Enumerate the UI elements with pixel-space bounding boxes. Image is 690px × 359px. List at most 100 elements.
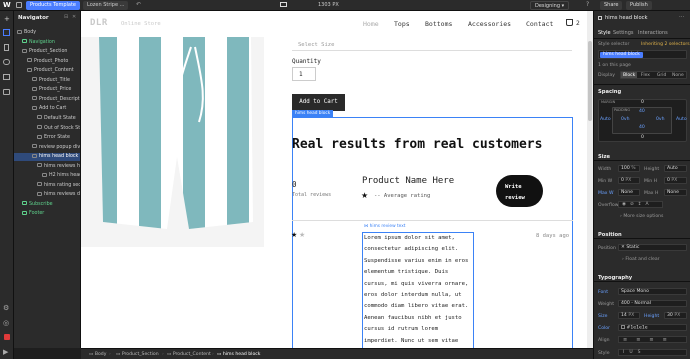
navigator-item[interactable]: Default State [14,115,80,123]
audit-icon[interactable]: ◎ [3,319,9,327]
site-logo[interactable]: DLR [90,18,108,28]
inheriting-label[interactable]: Inheriting 2 selectors [641,42,690,47]
strikethrough-icon[interactable]: S [638,350,646,355]
publish-button[interactable]: Publish [626,1,652,10]
float-clear[interactable]: › Float and clear [622,257,660,262]
align-center-icon[interactable]: ≡ [636,337,649,343]
navigator-item[interactable]: Body [14,29,80,37]
cms-icon[interactable] [3,59,10,65]
navigator-item[interactable]: Product_Price [14,86,80,94]
desktop-icon[interactable] [280,2,287,7]
display-none[interactable]: None [670,72,686,78]
minh-input[interactable]: 0 PX [664,177,687,184]
pages-icon[interactable] [4,44,9,51]
canvas-scrollbar-thumb[interactable] [588,41,592,121]
nav-tops[interactable]: Tops [394,20,410,28]
webflow-logo[interactable]: W [3,1,11,9]
cart-icon[interactable] [566,19,573,26]
help-icon[interactable]: ? [586,1,589,8]
nav-accessories[interactable]: Accessories [468,20,511,28]
minw-input[interactable]: 0 PX [618,177,640,184]
ecommerce-icon[interactable] [3,89,10,95]
page-icon[interactable] [16,2,22,8]
display-grid[interactable]: Grid [654,72,670,78]
tab-interactions[interactable]: Interactions [638,30,668,36]
add-icon[interactable]: + [4,15,10,23]
maxw-input[interactable]: None [618,189,640,196]
line-height-input[interactable]: 30 PX [664,312,687,319]
font-select[interactable]: Space Mono [618,288,687,295]
padding-bottom-value[interactable]: 40 [639,125,645,130]
navigator-item[interactable]: hims head block [14,153,80,162]
undo-icon[interactable]: ↶ [136,1,141,8]
margin-top-value[interactable]: 0 [641,100,644,105]
position-select[interactable]: ✕ Static [618,244,687,251]
page-selector[interactable]: Products Template [26,1,80,10]
settings-icon[interactable]: ⚙ [3,304,9,312]
navigator-item[interactable]: Product_Title [14,77,80,85]
color-swatch[interactable] [621,325,625,329]
add-to-cart-button[interactable]: Add to Cart [292,94,345,111]
navigator-item[interactable]: Product_Section [14,48,80,56]
navigator-icon[interactable] [3,29,10,36]
design-canvas[interactable]: DLR Online Store Home Tops Bottoms Acces… [81,11,593,348]
align-right-icon[interactable]: ≡ [649,337,662,343]
breadcrumb-product-content[interactable]: ▭ Product_Content [167,351,211,358]
review-body[interactable]: Lorem ipsum dolor sit amet, consectetur … [362,232,474,348]
element-selector[interactable]: Lozen Stripe ... [83,1,129,10]
breadcrumb-hims-head-block[interactable]: ▭ hims head block [217,351,260,358]
navigator-item[interactable]: Product_Photo [14,58,80,66]
align-left-icon[interactable]: ≡ [623,337,636,343]
width-input[interactable]: 100 % [618,165,640,172]
share-button[interactable]: Share [600,1,623,10]
navigator-item[interactable]: Subscribe [14,201,80,209]
tab-settings[interactable]: Settings [613,30,634,36]
navigator-item[interactable]: Navigation [14,39,80,47]
padding-top-value[interactable]: 40 [639,109,645,114]
color-input[interactable]: #1e1e1e [618,324,687,331]
overflow-options[interactable]: ◉⊘↕A [618,201,663,208]
nav-contact[interactable]: Contact [526,20,553,28]
breadcrumb-product-section[interactable]: ▭ Product_Section [116,351,159,358]
quantity-input[interactable]: 1 [292,67,316,81]
margin-left-value[interactable]: Auto [600,117,611,122]
navigator-item[interactable]: review popup div [14,144,80,152]
display-flex[interactable]: Flex [637,72,653,78]
navigator-item[interactable]: hims rating sectio... [14,182,80,190]
assets-icon[interactable] [3,74,10,80]
overflow-scroll-icon[interactable]: ↕ [638,202,646,207]
padding-right-value[interactable]: 0vh [656,117,665,122]
padding-left-value[interactable]: 0vh [621,117,630,122]
maxh-input[interactable]: None [664,189,687,196]
write-review-button[interactable]: Write review [496,175,543,207]
error-icon[interactable] [4,334,10,340]
more-size-options[interactable]: › More size options [620,214,663,219]
margin-bottom-value[interactable]: 0 [641,135,644,140]
overflow-hidden-icon[interactable]: ⊘ [630,202,638,207]
class-chip[interactable]: hims head block [600,51,643,58]
nav-home[interactable]: Home [363,20,379,28]
navigator-item[interactable]: Footer [14,210,80,218]
close-icon[interactable]: ✕ [72,14,76,20]
navigator-item[interactable]: Add to Cart [14,105,80,113]
size-select[interactable]: Select Size [292,40,572,51]
video-icon[interactable]: ▶ [3,348,8,356]
align-justify-icon[interactable]: ≡ [663,337,676,343]
font-size-input[interactable]: 14 PX [618,312,640,319]
panel-more-icon[interactable]: ⋯ [679,14,685,20]
navigator-item[interactable]: Product_Content [14,67,80,75]
mode-selector[interactable]: Designing ▾ [530,1,570,10]
height-input[interactable]: Auto [664,165,687,172]
nav-bottoms[interactable]: Bottoms [425,20,452,28]
weight-select[interactable]: 400 - Normal [618,300,687,307]
overflow-visible-icon[interactable]: ◉ [622,202,630,207]
tab-style[interactable]: Style [598,30,611,36]
navigator-item[interactable]: Product_Descripti... [14,96,80,104]
text-style-options[interactable]: IUS [618,349,687,356]
underline-icon[interactable]: U [629,350,637,355]
overflow-auto-icon[interactable]: A [646,202,653,207]
navigator-item[interactable]: Error State [14,134,80,142]
navigator-item[interactable]: hims reviews div [14,191,80,199]
align-options[interactable]: ≡≡≡≡ [618,336,687,343]
navigator-item[interactable]: hims reviews hea... [14,163,80,171]
